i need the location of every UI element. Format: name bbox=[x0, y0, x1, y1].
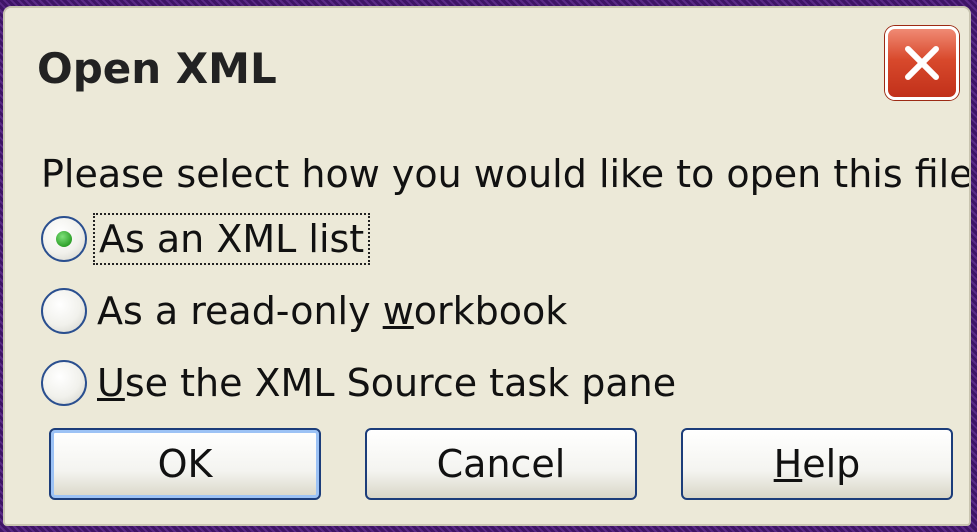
option-xml-source-pane[interactable]: Use the XML Source task pane bbox=[41, 360, 676, 406]
ok-button[interactable]: OK bbox=[49, 428, 321, 500]
title-bar: Open XML bbox=[5, 8, 969, 128]
dialog-content: Please select how you would like to open… bbox=[5, 128, 971, 524]
option-xml-list-label: As an XML list bbox=[92, 213, 371, 265]
open-xml-dialog: Open XML Please select how you would lik… bbox=[3, 6, 971, 526]
option-xml-source-pane-label: Use the XML Source task pane bbox=[97, 361, 677, 405]
prompt-text: Please select how you would like to open… bbox=[41, 152, 971, 196]
close-icon bbox=[905, 46, 939, 80]
option-read-only-workbook-label: As a read-only workbook bbox=[97, 289, 568, 333]
option-read-only-workbook[interactable]: As a read-only workbook bbox=[41, 288, 567, 334]
option-xml-list[interactable]: As an XML list bbox=[41, 213, 371, 265]
cancel-button[interactable]: Cancel bbox=[365, 428, 637, 500]
help-button[interactable]: Help bbox=[681, 428, 953, 500]
radio-xml-list[interactable] bbox=[41, 216, 87, 262]
radio-xml-source-pane[interactable] bbox=[41, 360, 87, 406]
dialog-title: Open XML bbox=[37, 44, 277, 93]
close-button[interactable] bbox=[885, 26, 959, 100]
radio-read-only-workbook[interactable] bbox=[41, 288, 87, 334]
